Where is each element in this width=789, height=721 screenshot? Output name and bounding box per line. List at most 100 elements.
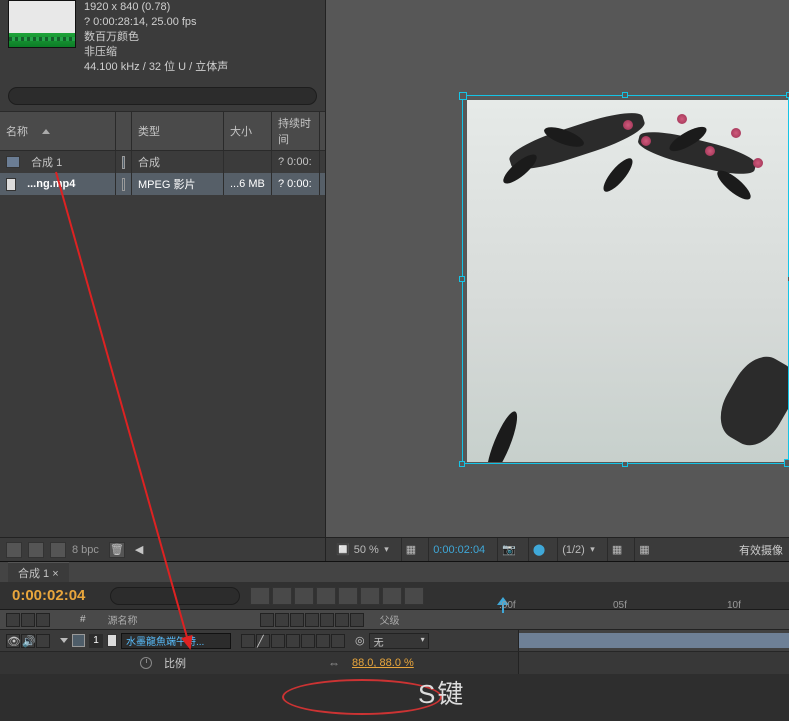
new-folder-button[interactable] [28,542,44,558]
layer-color-icon[interactable] [72,634,85,647]
layer-switch[interactable] [241,634,255,648]
magnify-icon[interactable]: 🔲 [336,543,350,556]
layer-duration-bar[interactable] [519,633,789,648]
ruler-tick: 10f [727,600,741,611]
resolution-icon[interactable]: ▦ [406,543,416,556]
delete-button[interactable]: 🗑 [109,542,125,558]
asset-duration-fps: ? 0:00:28:14, 25.00 fps [84,15,228,30]
file-dur: ? 0:00: [272,173,320,195]
stopwatch-icon[interactable] [140,657,152,669]
tl-option-button[interactable] [382,587,402,605]
tl-option-button[interactable] [250,587,270,605]
lock-toggle-icon[interactable] [36,613,50,627]
composition-icon [6,156,20,168]
asset-compression: 非压缩 [84,45,228,60]
constrain-link-icon[interactable]: ⇔ [328,656,340,670]
composition-viewer[interactable] [326,0,789,537]
active-camera-label[interactable]: 有效摄像 [739,542,783,558]
switch-icon[interactable] [305,613,319,627]
switch-icon[interactable] [335,613,349,627]
timeline-tab[interactable]: 合成 1 × [8,562,69,583]
tl-option-button[interactable] [294,587,314,605]
ruler-tick: :00f [499,600,516,611]
comp-dur: ? 0:00: [272,151,320,173]
parent-header: 父级 [380,612,400,627]
file-type: MPEG 影片 [132,173,224,195]
switch-icon[interactable] [260,613,274,627]
solo-toggle-icon[interactable] [21,613,35,627]
col-duration-label: 持续时间 [272,112,320,150]
video-file-icon [6,178,16,191]
source-name-header[interactable]: 源名称 [108,612,138,627]
resolution-dropdown[interactable]: (1/2) [562,544,595,556]
col-size-label: 大小 [224,112,272,150]
layer-index: 1 [89,634,103,648]
viewer-timecode[interactable]: 0:00:02:04 [433,544,485,556]
composition-panel: 🔲 50 % ▦ 0:00:02:04 📷 ⬤ (1/2) ▦ ▦ 有效摄像 [326,0,789,561]
timeline-panel: 合成 1 × 0:00:02:04 :00f 05f 10f [0,561,789,721]
layer-type-icon [107,634,117,647]
twirl-down-icon[interactable] [60,638,68,643]
asset-audio-spec: 44.100 kHz / 32 位 U / 立体声 [84,60,228,75]
video-visible-toggle[interactable]: 👁 [6,634,20,648]
scroll-left-icon[interactable]: ◀ [135,543,143,556]
layer-switch[interactable] [331,634,345,648]
label-color-icon[interactable] [122,156,125,169]
lock-toggle[interactable] [36,634,50,648]
project-column-header[interactable]: 名称 类型 大小 持续时间 [0,111,325,151]
comp-type: 合成 [132,151,224,173]
project-row-file-selected[interactable]: ...ng.mp4 MPEG 影片 ...6 MB ? 0:00: [0,173,325,195]
switch-icon[interactable] [290,613,304,627]
parent-pickwhip-icon[interactable]: ◎ [355,634,365,647]
layer-switch[interactable] [286,634,300,648]
timeline-search-input[interactable] [110,587,240,605]
tl-option-button[interactable] [338,587,358,605]
layer-selection-frame[interactable] [462,95,789,464]
snapshot-button[interactable]: 📷 [502,543,516,556]
comp-size [224,151,272,173]
grid-button[interactable]: ▦ [612,543,622,556]
bpc-button[interactable]: 8 bpc [72,544,99,556]
scale-value[interactable]: 88.0, 88.0 % [352,657,414,669]
layer-switch[interactable] [316,634,330,648]
project-search-input[interactable] [8,87,317,105]
av-toggle-icon[interactable] [6,613,20,627]
layer-switch[interactable] [271,634,285,648]
layer-switch[interactable]: ╱ [256,634,270,648]
tl-option-button[interactable] [272,587,292,605]
composition-render [467,100,788,462]
switch-icon[interactable] [320,613,334,627]
col-name-label: 名称 [6,123,28,139]
switch-icon[interactable] [275,613,289,627]
tl-option-button[interactable] [316,587,336,605]
file-size: ...6 MB [224,173,272,195]
layer-row[interactable]: 👁 🔊 1 水墨龍魚端午特... ╱ ◎ 无 [0,630,789,652]
timeline-timecode[interactable]: 0:00:02:04 [0,587,110,604]
asset-metadata: 1920 x 840 (0.78) ? 0:00:28:14, 25.00 fp… [84,0,228,75]
layer-switch[interactable] [301,634,315,648]
guides-button[interactable]: ▦ [639,543,649,556]
new-comp-button[interactable] [50,542,66,558]
tl-option-button[interactable] [404,587,424,605]
project-row-composition[interactable]: 合成 1 合成 ? 0:00: [0,151,325,173]
col-type-label: 类型 [132,112,224,150]
label-color-icon[interactable] [122,178,125,191]
zoom-dropdown[interactable]: 50 % [354,544,389,556]
interpret-footage-button[interactable] [6,542,22,558]
layer-columns-header: # 源名称 父级 [0,610,789,630]
channel-button[interactable]: ⬤ [533,543,545,556]
layer-bar-track[interactable] [518,630,789,651]
ruler-tick: 05f [613,600,627,611]
switch-icon[interactable] [350,613,364,627]
asset-info: 1920 x 840 (0.78) ? 0:00:28:14, 25.00 fp… [0,0,325,83]
file-name: ...ng.mp4 [27,178,75,190]
layer-name-field[interactable]: 水墨龍魚端午特... [121,633,231,649]
asset-dimensions: 1920 x 840 (0.78) [84,0,228,15]
asset-thumbnail[interactable] [8,0,76,48]
tl-option-button[interactable] [360,587,380,605]
property-row-scale[interactable]: 比例 ⇔ 88.0, 88.0 % [0,652,789,674]
project-panel: 1920 x 840 (0.78) ? 0:00:28:14, 25.00 fp… [0,0,326,561]
audio-toggle[interactable]: 🔊 [21,634,35,648]
parent-dropdown[interactable]: 无 [369,633,429,649]
asset-color-depth: 数百万颜色 [84,30,228,45]
